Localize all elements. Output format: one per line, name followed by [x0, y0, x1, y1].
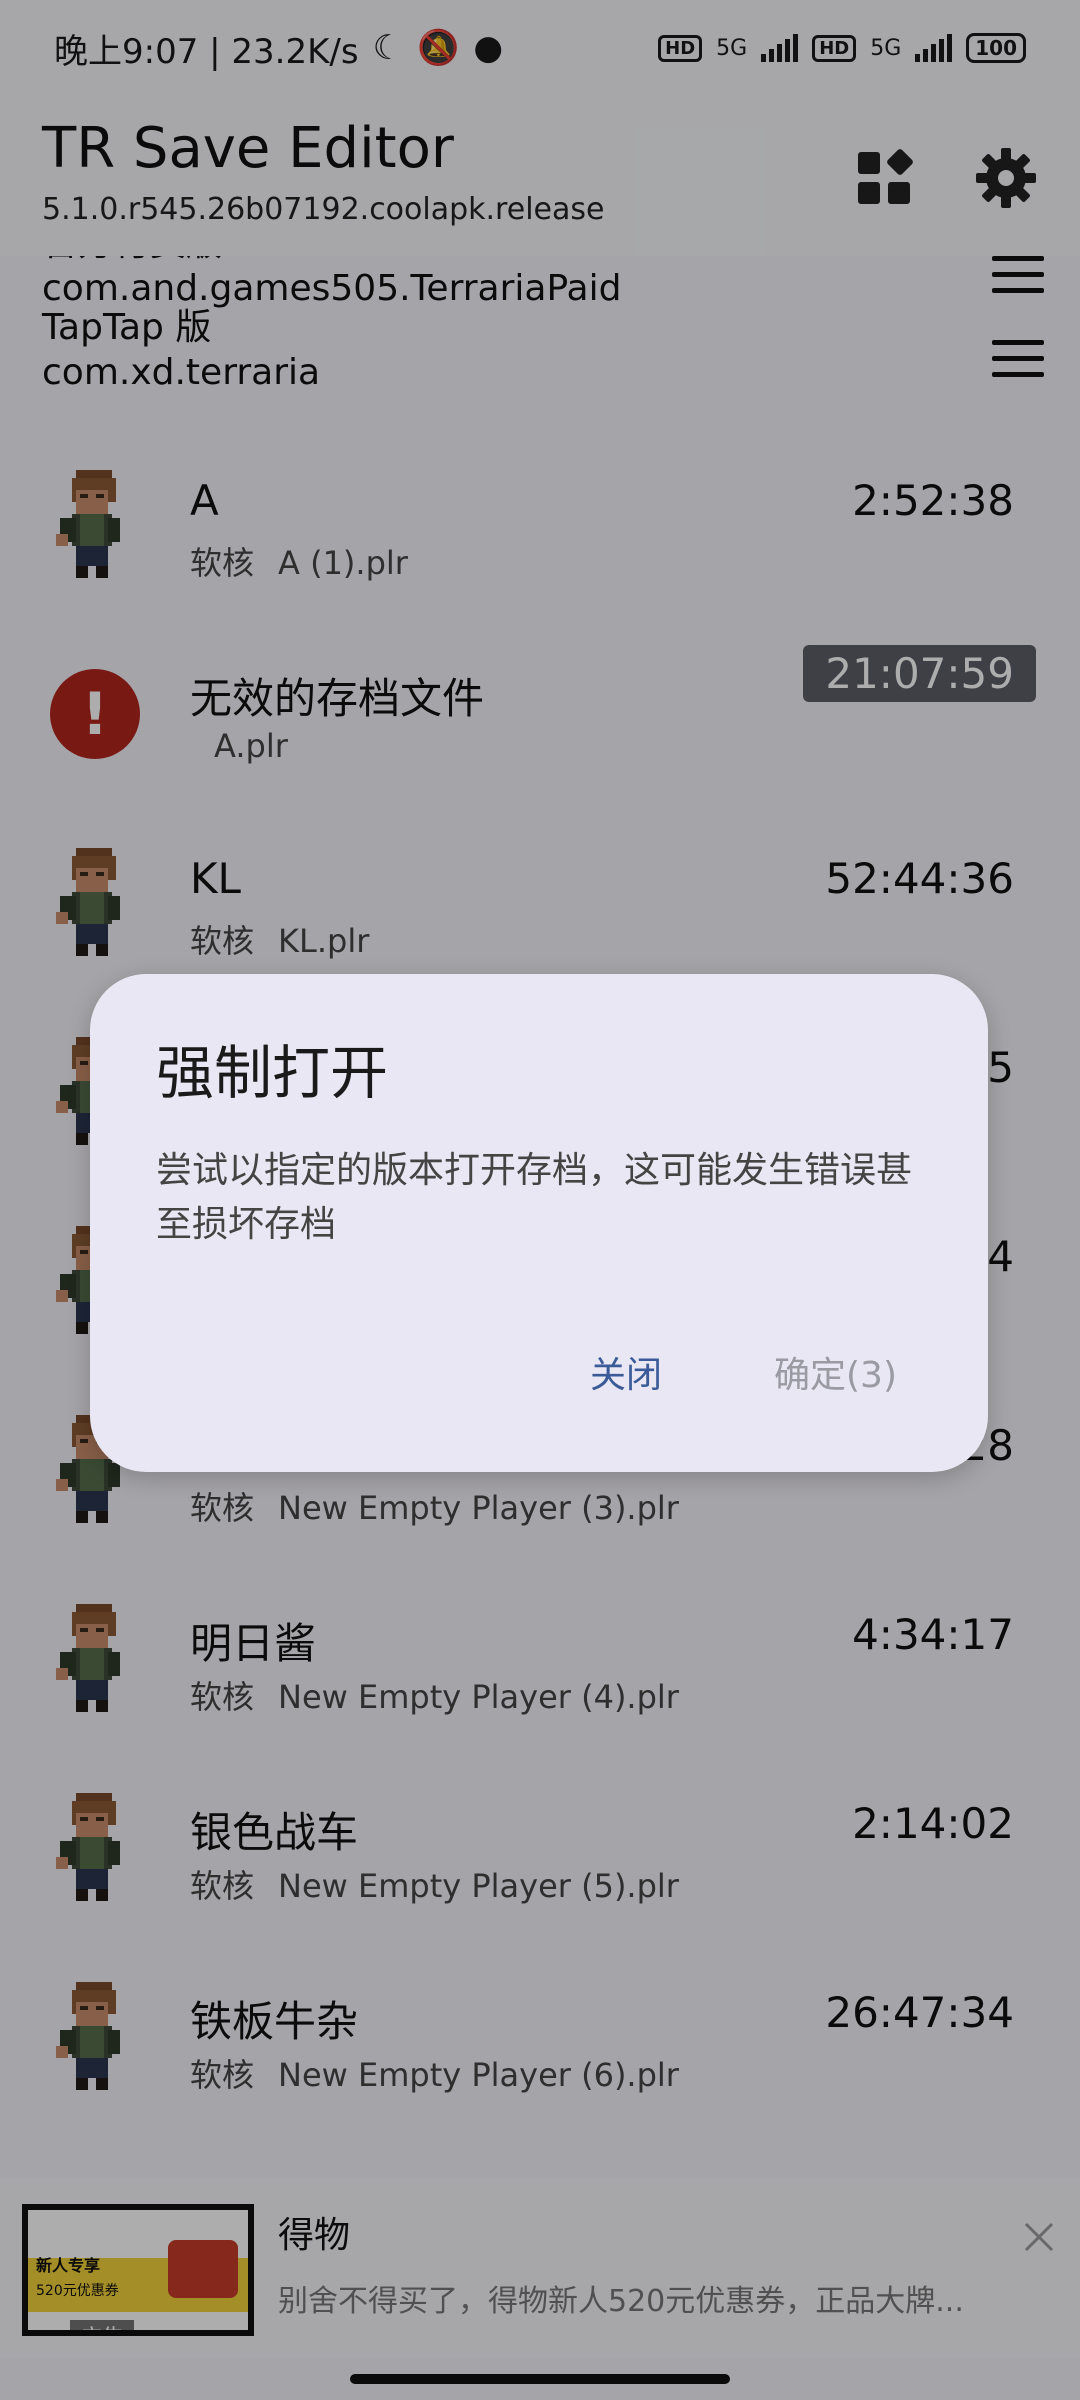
- dialog-message: 尝试以指定的版本打开存档，这可能发生错误甚至损坏存档: [156, 1150, 913, 1245]
- force-open-dialog: 强制打开 尝试以指定的版本打开存档，这可能发生错误甚至损坏存档 关闭 确定(3): [90, 974, 988, 1472]
- confirm-button[interactable]: 确定(3): [774, 1346, 897, 1398]
- close-button[interactable]: 关闭: [590, 1346, 662, 1398]
- dialog-title: 强制打开: [156, 1039, 389, 1107]
